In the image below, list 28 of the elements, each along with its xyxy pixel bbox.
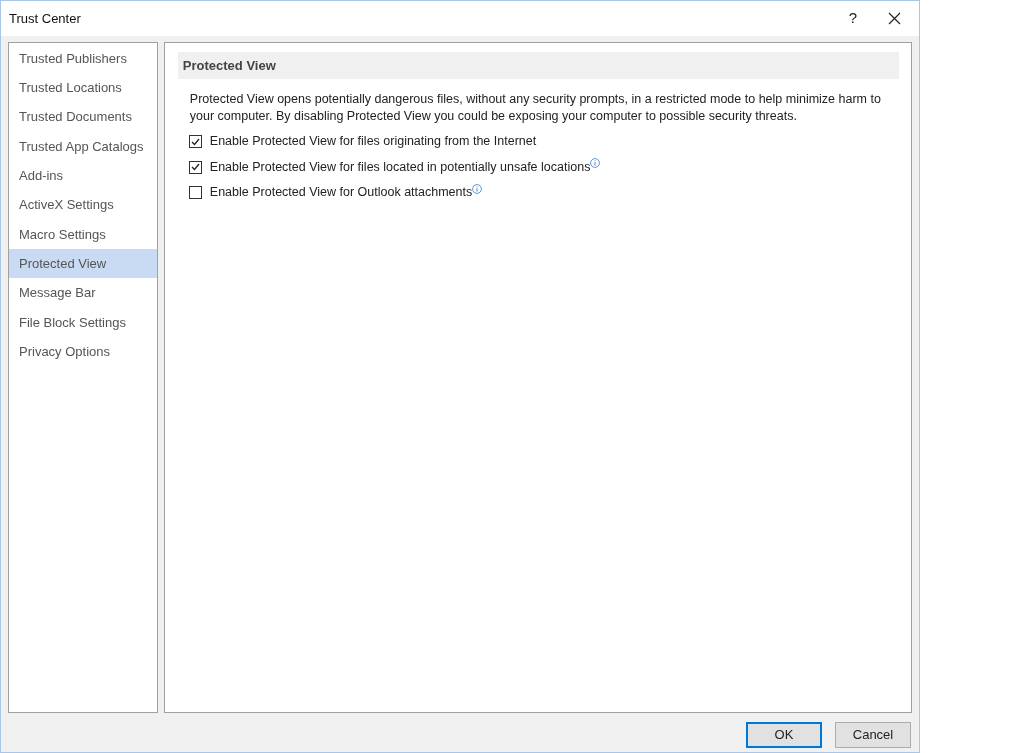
description-text: Protected View opens potentially dangerous files, without any security prompts, in a restricted mode to help minimize harm to your computer. By disabling Protected View you could be exposing your computer to possible security threats. (189, 91, 882, 125)
checkbox-label[interactable]: Enable Protected View for files originating from the Internet (209, 132, 537, 152)
sidebar-item[interactable]: Macro Settings (9, 219, 157, 250)
checkbox[interactable] (188, 160, 202, 174)
close-icon (887, 12, 901, 25)
sidebar-item[interactable]: File Block Settings (9, 307, 157, 337)
sidebar-item[interactable]: Trusted App Catalogs (9, 131, 157, 162)
checkbox[interactable] (188, 135, 202, 149)
checkbox[interactable] (188, 186, 202, 200)
info-icon[interactable] (590, 158, 601, 169)
checkbox-label[interactable]: Enable Protected View for files located in potentially unsafe locations (209, 157, 591, 177)
checkbox-label[interactable]: Enable Protected View for Outlook attachments (209, 183, 473, 203)
sidebar-item[interactable]: Privacy Options (9, 336, 157, 367)
checkmark-icon (190, 137, 200, 146)
checkmark-icon (190, 163, 200, 172)
section-title: Protected View (182, 56, 276, 75)
sidebar-item[interactable]: Trusted Locations (9, 73, 157, 103)
help-button[interactable]: ? (835, 3, 871, 34)
sidebar-item[interactable]: ActiveX Settings (9, 190, 157, 220)
window-title: Trust Center (9, 9, 81, 28)
dialog-button[interactable]: Cancel (835, 721, 911, 748)
sidebar-item[interactable]: Trusted Documents (9, 102, 157, 132)
sidebar-item[interactable]: Message Bar (9, 278, 157, 308)
info-icon[interactable] (472, 183, 483, 194)
dialog-button[interactable]: OK (746, 721, 822, 748)
sidebar-item[interactable]: Add-ins (9, 161, 157, 191)
sidebar-item[interactable]: Trusted Publishers (9, 44, 157, 74)
sidebar-item[interactable]: Protected View (9, 249, 157, 279)
